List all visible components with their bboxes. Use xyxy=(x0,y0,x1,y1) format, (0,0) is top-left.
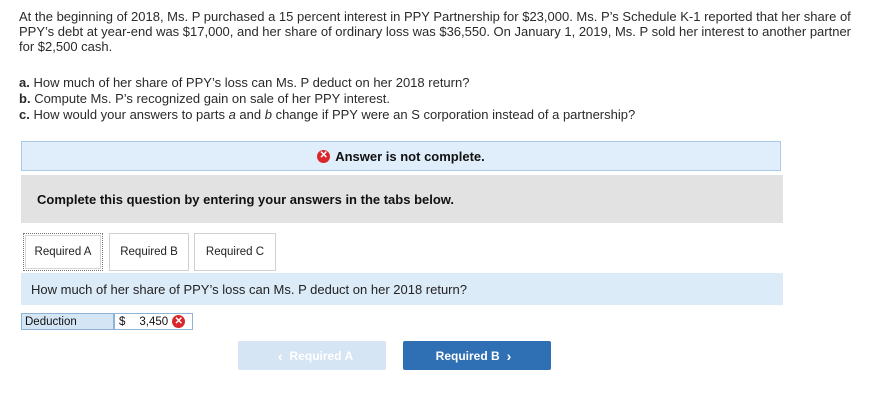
x-circle-icon: ✕ xyxy=(172,315,186,328)
question-c-text-post: change if PPY were an S corporation inst… xyxy=(271,107,636,122)
tab-required-b[interactable]: Required B xyxy=(109,233,189,271)
tab-required-c-label: Required C xyxy=(205,246,265,258)
prev-required-button[interactable]: ‹ Required A xyxy=(238,341,386,370)
question-list: a. How much of her share of PPY’s loss c… xyxy=(19,75,635,123)
current-question-text: How much of her share of PPY’s loss can … xyxy=(31,281,467,297)
question-b-text: Compute Ms. P’s recognized gain on sale … xyxy=(34,91,390,106)
prev-required-label: Required A xyxy=(289,348,354,363)
problem-intro: At the beginning of 2018, Ms. P purchase… xyxy=(19,9,852,54)
currency-symbol: $ xyxy=(119,315,126,328)
question-c: c. How would your answers to parts a and… xyxy=(19,107,635,123)
question-c-text-mid: and xyxy=(235,107,265,122)
question-b: b. Compute Ms. P’s recognized gain on sa… xyxy=(19,91,635,107)
tab-required-b-label: Required B xyxy=(120,246,178,258)
chevron-right-icon: › xyxy=(506,347,512,364)
tab-required-a[interactable]: Required A xyxy=(23,233,103,271)
question-c-part-a: a xyxy=(228,107,236,122)
question-a-text: How much of her share of PPY’s loss can … xyxy=(33,75,470,90)
current-question-banner: How much of her share of PPY’s loss can … xyxy=(21,273,783,305)
question-a: a. How much of her share of PPY’s loss c… xyxy=(19,75,635,91)
tab-required-a-label: Required A xyxy=(34,246,92,258)
answer-status-text: Answer is not complete. xyxy=(335,148,485,164)
question-c-text-pre: How would your answers to parts xyxy=(33,107,229,122)
deduction-label-text: Deduction xyxy=(25,315,77,328)
instructions-banner: Complete this question by entering your … xyxy=(21,175,783,223)
question-c-part-b: b xyxy=(264,107,272,122)
question-a-letter: a. xyxy=(19,75,30,90)
x-circle-icon: ✕ xyxy=(317,149,331,163)
tab-required-c[interactable]: Required C xyxy=(194,233,276,271)
next-required-label: Required B xyxy=(435,348,500,363)
question-c-letter: c. xyxy=(19,107,30,122)
next-required-button[interactable]: Required B › xyxy=(403,341,551,370)
deduction-value[interactable]: 3,450 xyxy=(139,316,168,328)
question-b-letter: b. xyxy=(19,91,31,106)
deduction-input[interactable]: $ 3,450 ✕ xyxy=(114,313,193,330)
chevron-left-icon: ‹ xyxy=(277,347,283,364)
answer-status-banner: ✕ Answer is not complete. xyxy=(21,141,781,171)
deduction-label: Deduction xyxy=(21,313,114,330)
instructions-text: Complete this question by entering your … xyxy=(37,191,455,207)
